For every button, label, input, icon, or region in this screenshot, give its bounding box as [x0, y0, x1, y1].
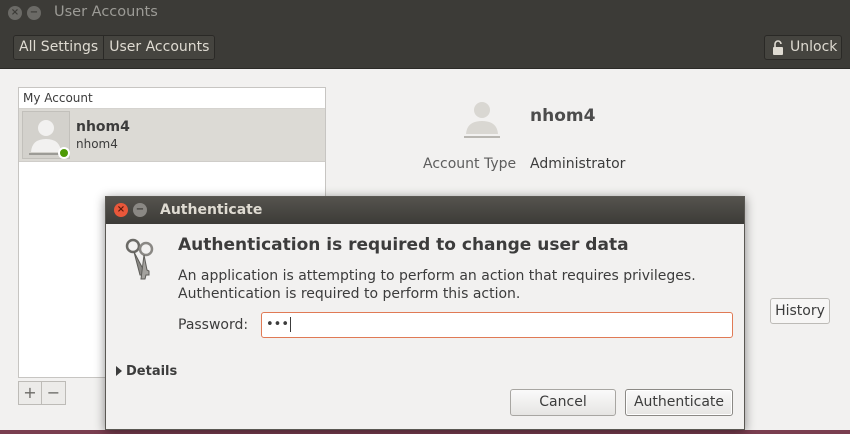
minimize-icon[interactable]: − — [27, 6, 41, 20]
close-icon[interactable]: × — [8, 6, 22, 20]
expand-triangle-icon — [116, 366, 122, 376]
close-icon[interactable]: × — [114, 203, 128, 217]
remove-user-button[interactable]: − — [42, 381, 66, 405]
online-status-icon — [58, 147, 70, 159]
history-button[interactable]: History — [770, 298, 830, 324]
authenticate-dialog: × − Authenticate Authentication is requi… — [105, 196, 745, 430]
window-titlebar: × − User Accounts — [0, 0, 850, 27]
unlock-button[interactable]: Unlock — [764, 35, 842, 60]
dialog-titlebar: × − Authenticate — [106, 197, 744, 224]
user-full-name[interactable]: nhom4 — [530, 106, 595, 126]
details-expander[interactable]: Details — [116, 364, 177, 379]
dialog-heading: Authentication is required to change use… — [178, 235, 629, 255]
toolbar: All Settings User Accounts Unlock — [0, 27, 850, 69]
breadcrumb-all-settings[interactable]: All Settings — [14, 36, 104, 59]
message-line: An application is attempting to perform … — [178, 268, 696, 284]
user-avatar-large[interactable] — [460, 96, 504, 144]
add-user-button[interactable]: + — [18, 381, 42, 405]
account-type-value[interactable]: Administrator — [530, 156, 625, 172]
breadcrumb-user-accounts[interactable]: User Accounts — [103, 36, 215, 59]
list-item[interactable]: nhom4 nhom4 — [19, 109, 325, 162]
user-silhouette-icon — [464, 102, 500, 138]
list-header: My Account — [19, 88, 325, 109]
dialog-message: An application is attempting to perform … — [178, 267, 696, 303]
password-label: Password: — [178, 317, 249, 333]
password-field[interactable]: ••• — [261, 312, 733, 338]
message-line: Authentication is required to perform th… — [178, 286, 521, 302]
breadcrumb: All Settings User Accounts — [13, 35, 216, 60]
authenticate-button[interactable]: Authenticate — [625, 389, 733, 416]
details-label: Details — [126, 364, 178, 379]
user-name: nhom4 — [76, 119, 130, 135]
text-caret — [290, 317, 292, 332]
keys-icon — [125, 238, 154, 280]
user-login: nhom4 — [76, 137, 118, 151]
cancel-button[interactable]: Cancel — [510, 389, 616, 416]
lock-icon — [773, 40, 783, 55]
window-title: User Accounts — [54, 4, 158, 20]
minimize-icon[interactable]: − — [133, 203, 147, 217]
unlock-label: Unlock — [790, 39, 838, 55]
account-type-label: Account Type — [423, 156, 517, 172]
dialog-title: Authenticate — [160, 202, 263, 218]
password-value: ••• — [266, 317, 290, 332]
